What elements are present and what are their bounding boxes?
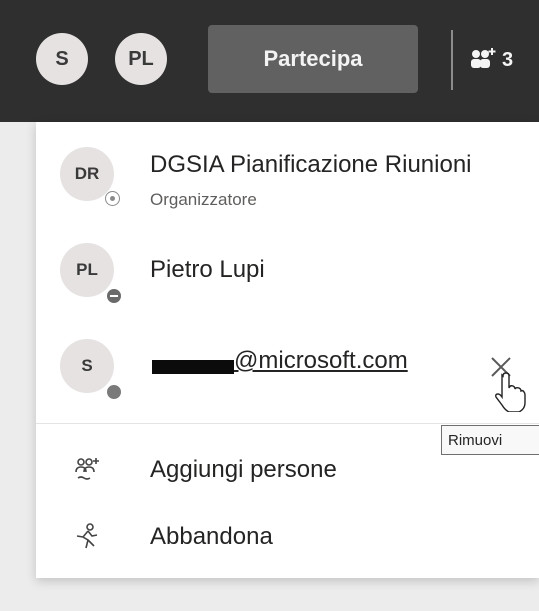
leave-button[interactable]: Abbandona: [150, 523, 273, 551]
join-button[interactable]: Partecipa: [208, 25, 418, 93]
meeting-header-bar: S PL Partecipa 3: [0, 0, 539, 122]
avatar-initials: S: [55, 47, 69, 70]
panel-divider: [36, 423, 539, 424]
avatar-pl: PL: [60, 243, 114, 297]
leave-icon: [76, 523, 98, 549]
participant-name: Pietro Lupi: [150, 256, 265, 283]
avatar-s[interactable]: S: [36, 33, 88, 85]
avatar-pl[interactable]: PL: [115, 33, 167, 85]
hand-cursor-icon: [495, 372, 526, 412]
avatar-initials: S: [81, 356, 93, 375]
people-add-icon: [471, 48, 496, 68]
organizer-status-icon: [105, 191, 120, 206]
remove-tooltip-text: Rimuovi: [448, 431, 503, 449]
avatar-initials: PL: [76, 260, 98, 279]
join-button-label: Partecipa: [263, 46, 363, 71]
participants-count: 3: [502, 48, 514, 71]
away-status-icon: [105, 383, 123, 401]
participant-email[interactable]: @microsoft.com: [234, 347, 408, 375]
remove-tooltip: Rimuovi: [441, 425, 539, 455]
add-people-button[interactable]: Aggiungi persone: [150, 456, 337, 484]
participant-name: DGSIA Pianificazione Riunioni: [150, 151, 472, 178]
avatar-s: S: [60, 339, 114, 393]
avatar-initials: DR: [74, 164, 100, 183]
add-people-icon: [75, 458, 99, 480]
header-divider: [451, 30, 453, 90]
participant-role: Organizzatore: [150, 190, 257, 209]
busy-status-icon: [105, 287, 123, 305]
avatar-initials: PL: [128, 47, 154, 70]
participants-button[interactable]: 3: [468, 42, 513, 78]
redacted-email-prefix: [152, 360, 234, 374]
